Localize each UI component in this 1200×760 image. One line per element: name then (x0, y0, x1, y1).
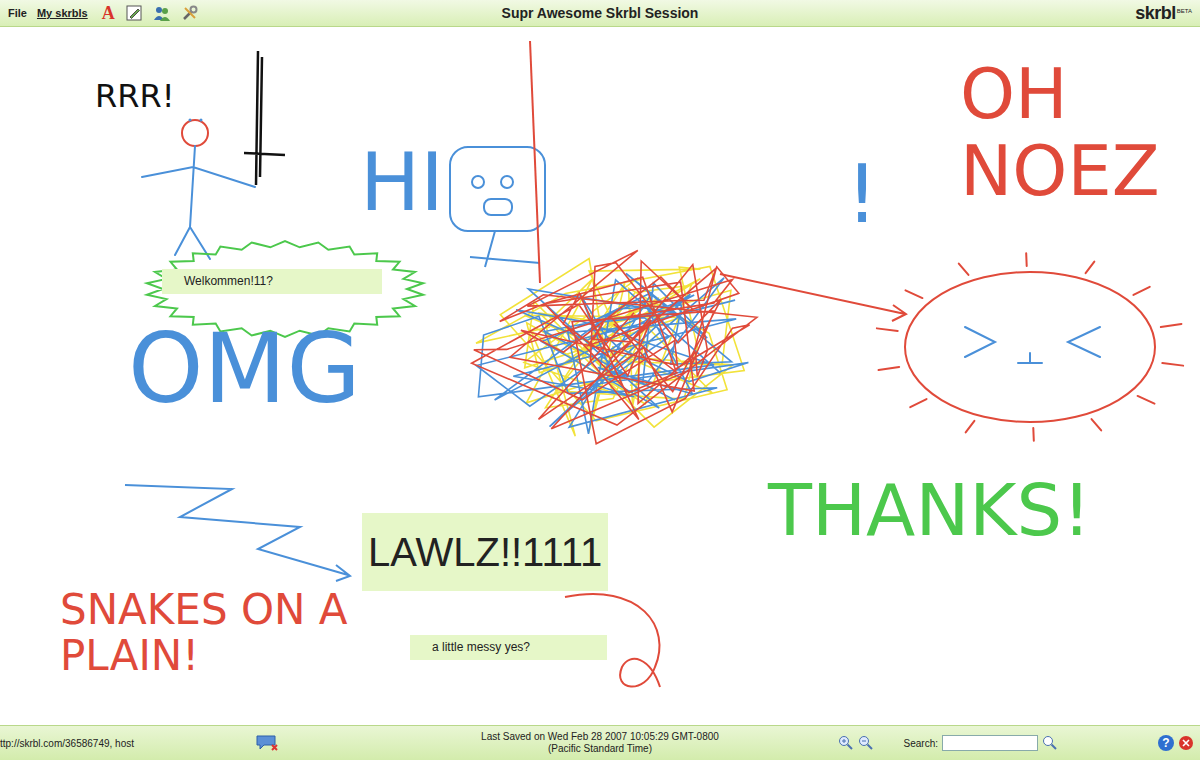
arrow (720, 274, 906, 321)
stick-figure (142, 119, 255, 260)
handwritten-text: ! (846, 151, 878, 239)
top-bar: File My skrbls A Supr Awesome Skrbl Session… (0, 0, 1200, 27)
tools-icon[interactable] (181, 4, 199, 22)
toolbar: File My skrbls A (8, 3, 502, 24)
handwritten-text: SNAKES ON A PLAIN! (60, 587, 360, 679)
scribble (472, 250, 757, 443)
handwritten-text: RRR! (95, 79, 175, 114)
help-button[interactable]: ? (1158, 735, 1174, 751)
handwritten-text: OMG (128, 317, 361, 423)
sticky-note[interactable]: LAWLZ!!1111 (362, 513, 608, 591)
last-saved: Last Saved on Wed Feb 28 2007 10:05:29 G… (480, 731, 720, 755)
search-field[interactable] (942, 735, 1038, 751)
angry-sun (877, 253, 1183, 440)
menu-item[interactable]: File (8, 7, 27, 19)
search-icon[interactable] (1042, 735, 1058, 751)
logo: skrblBETA (1135, 3, 1192, 24)
handwritten-text: THANKS! (768, 471, 1091, 550)
drawing-canvas[interactable]: RRR! HI OMG! OH NOEZ THANKS! SNAKES ON A PLAI… (0, 27, 1200, 725)
handwritten-text: HI (360, 139, 444, 227)
pencil-icon[interactable] (125, 4, 143, 22)
search-label: Search: (904, 738, 938, 749)
skrbl-app: File My skrbls A Supr Awesome Skrbl Session… (0, 0, 1200, 760)
session-url: ttp://skrbl.com/36586749, host (0, 738, 255, 749)
zoom-in-icon[interactable] (838, 735, 854, 751)
window-title: Supr Awesome Skrbl Session (502, 5, 699, 21)
status-bar: ttp://skrbl.com/36586749, host Last Saved… (0, 725, 1200, 760)
sword (244, 51, 285, 185)
menu-item[interactable]: My skrbls (37, 7, 88, 19)
red-line (530, 41, 540, 283)
close-icon[interactable] (1178, 735, 1194, 751)
zigzag-arrow (125, 485, 350, 581)
zoom-out-icon[interactable] (858, 735, 874, 751)
sticky-note[interactable]: a little messy yes? (410, 635, 607, 660)
chat-icon[interactable] (255, 734, 279, 752)
handwritten-text: OH NOEZ (960, 56, 1185, 210)
sticky-note[interactable]: Welkommen!11? (162, 269, 382, 294)
box-head-figure (450, 147, 545, 267)
people-icon[interactable] (153, 4, 171, 22)
text-tool-icon[interactable]: A (102, 3, 115, 24)
